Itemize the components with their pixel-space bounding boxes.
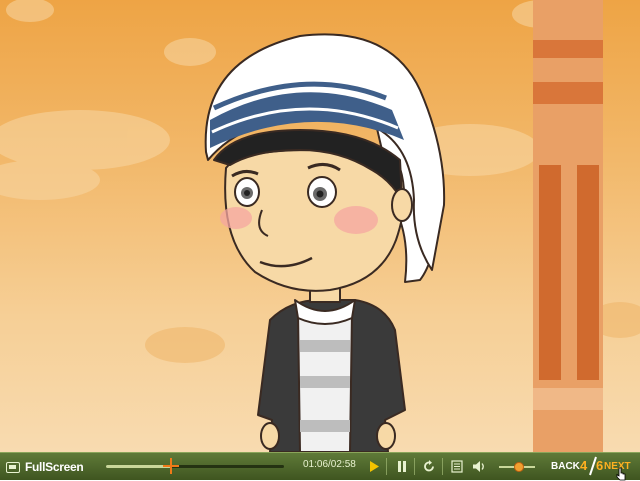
subtitles-icon (451, 460, 463, 473)
scene-illustration (0, 0, 640, 452)
divider (386, 458, 387, 475)
play-button[interactable] (366, 458, 382, 475)
volume-handle[interactable] (513, 462, 524, 472)
seek-handle[interactable] (162, 458, 179, 474)
seek-bar-progress (106, 465, 171, 468)
animation-stage (0, 0, 640, 452)
back-button[interactable]: BACK (551, 461, 580, 472)
replay-icon (424, 460, 434, 472)
hand-cursor-icon (616, 467, 626, 481)
volume-button[interactable] (471, 458, 487, 475)
fullscreen-icon (6, 461, 20, 473)
time-display: 01:06/02:58 (303, 459, 356, 470)
fullscreen-label: FullScreen (25, 460, 84, 474)
speaker-icon (473, 461, 484, 472)
total-pages-number: 6 (596, 458, 604, 473)
current-page-number: 4 (580, 458, 588, 473)
subtitles-button[interactable] (449, 458, 465, 475)
pause-icon (398, 461, 406, 472)
background-pillar (533, 0, 603, 452)
fullscreen-button[interactable]: FullScreen (6, 458, 84, 476)
pause-button[interactable] (394, 458, 410, 475)
play-icon (370, 461, 379, 472)
divider (442, 458, 443, 475)
replay-button[interactable] (421, 458, 437, 475)
divider (414, 458, 415, 475)
player-control-bar: FullScreen 01:06/02:58 BACK 4 6 NEXT (0, 452, 640, 481)
